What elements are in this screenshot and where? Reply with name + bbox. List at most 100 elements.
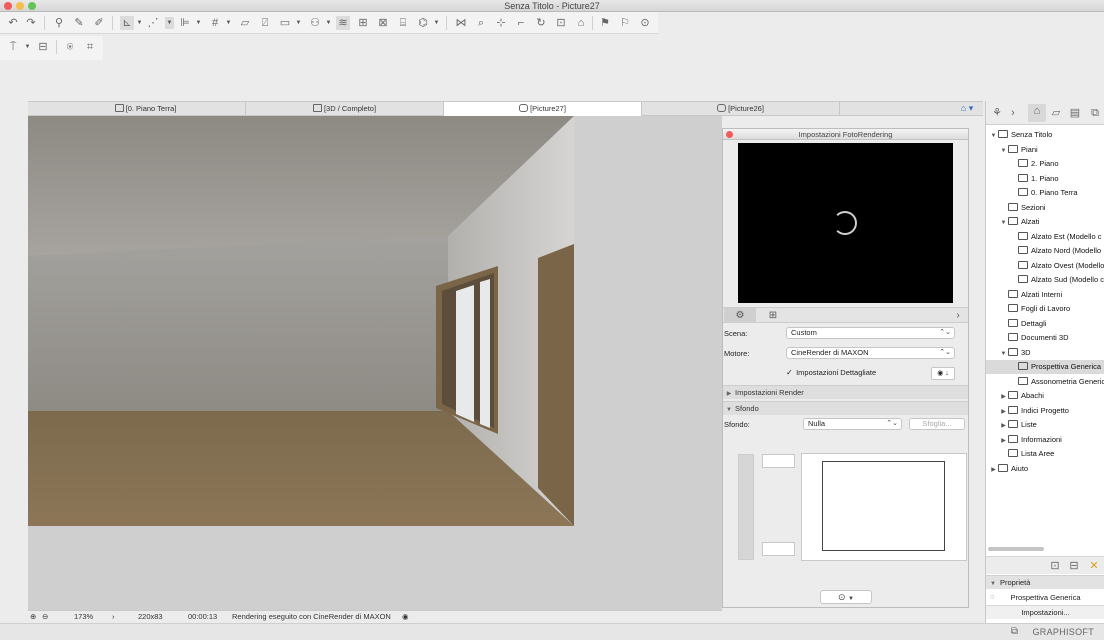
- navigator-item[interactable]: Sezioni: [986, 201, 1104, 215]
- home-icon[interactable]: ⌂: [574, 16, 588, 30]
- navigator-item[interactable]: Alzato Ovest (Modello: [986, 259, 1104, 273]
- project-map-icon[interactable]: ⌂: [1028, 104, 1046, 122]
- motore-select[interactable]: CineRender di MAXON ⌃⌄: [786, 347, 955, 359]
- flag-icon[interactable]: ⚑: [598, 16, 612, 30]
- fit-icon[interactable]: ⊡: [554, 16, 568, 30]
- navigator-item[interactable]: ▼ Piani: [986, 143, 1104, 157]
- sfoglia-button[interactable]: Sfoglia...: [909, 418, 965, 430]
- 3d-view-icon[interactable]: ⌬: [416, 16, 430, 30]
- scena-select[interactable]: Custom ⌃⌄: [786, 327, 955, 339]
- export-icon[interactable]: ⊟: [36, 40, 50, 54]
- background-canvas[interactable]: [801, 453, 967, 561]
- undo-icon[interactable]: ↶: [6, 16, 20, 30]
- disclosure-right-icon[interactable]: ▶: [999, 390, 1008, 404]
- navigator-item[interactable]: Documenti 3D: [986, 331, 1104, 345]
- guide-lines-icon[interactable]: ⊾: [120, 16, 134, 30]
- navigator-item[interactable]: Alzato Nord (Modello: [986, 244, 1104, 258]
- gravity-icon[interactable]: ⏥: [238, 16, 252, 30]
- zoom-window-button[interactable]: [28, 2, 36, 10]
- section-impostazioni-render[interactable]: ▶ Impostazioni Render: [723, 385, 968, 399]
- chevron-down-icon[interactable]: ▼: [294, 17, 303, 29]
- zoom-icon[interactable]: ⌕: [474, 16, 488, 30]
- teamwork-icon[interactable]: ⍟: [63, 40, 77, 54]
- navigator-item[interactable]: 0. Piano Terra: [986, 186, 1104, 200]
- settings-button[interactable]: Impostazioni...: [986, 605, 1104, 619]
- section-sfondo[interactable]: ▼ Sfondo: [723, 401, 968, 415]
- disclosure-down-icon[interactable]: ▼: [989, 129, 998, 143]
- navigator-item[interactable]: ▼ Senza Titolo: [986, 128, 1104, 142]
- color-swatch-top[interactable]: [762, 454, 795, 468]
- chevron-down-icon[interactable]: ▼: [432, 17, 441, 29]
- navigator-item[interactable]: 1. Piano: [986, 172, 1104, 186]
- zoom-value[interactable]: 173%: [74, 611, 93, 623]
- properties-header[interactable]: ▼ Proprietà: [986, 575, 1104, 589]
- explore-icon[interactable]: ⋈: [454, 16, 468, 30]
- link-slider[interactable]: [738, 454, 754, 560]
- publisher-icon[interactable]: ⧉: [1088, 106, 1102, 120]
- syringe-icon[interactable]: ✐: [92, 16, 106, 30]
- snap-guides-icon[interactable]: ⋰: [146, 16, 160, 30]
- disclosure-down-icon[interactable]: ▼: [999, 347, 1008, 361]
- pan-icon[interactable]: ⊹: [494, 16, 508, 30]
- navigator-item[interactable]: ▶ Informazioni: [986, 433, 1104, 447]
- navigator-item[interactable]: Assonometria Generic: [986, 375, 1104, 389]
- detailed-settings-checkbox[interactable]: ✓ Impostazioni Dettagliate: [786, 368, 876, 377]
- eyedropper-icon[interactable]: ✎: [72, 16, 86, 30]
- rectangle-icon[interactable]: ▭: [278, 16, 292, 30]
- tab-list-menu-button[interactable]: ⌂ ▾: [952, 102, 982, 115]
- model-icon[interactable]: ⌸: [396, 16, 410, 30]
- delete-icon[interactable]: ✕: [1087, 559, 1101, 573]
- navigator-item[interactable]: Alzati Interni: [986, 288, 1104, 302]
- navigator-item[interactable]: Lista Aree: [986, 447, 1104, 461]
- trace-icon[interactable]: ⚇: [308, 16, 322, 30]
- clone-icon[interactable]: ⊟: [1067, 559, 1081, 573]
- layers-icon[interactable]: ≋: [336, 16, 350, 30]
- zoom-in-icon[interactable]: ⊕: [30, 611, 36, 623]
- new-view-icon[interactable]: ⊡: [1048, 559, 1062, 573]
- edit-plane-icon[interactable]: ⍁: [258, 16, 272, 30]
- orbit-icon[interactable]: ⌐: [514, 16, 528, 30]
- navigator-item[interactable]: ▶ Liste: [986, 418, 1104, 432]
- chevron-right-icon[interactable]: ›: [112, 611, 115, 623]
- disclosure-right-icon[interactable]: ▶: [989, 463, 998, 477]
- close-window-button[interactable]: [4, 2, 12, 10]
- sfondo-select[interactable]: Nulla ⌃⌄: [803, 418, 902, 430]
- redo-icon[interactable]: ↷: [24, 16, 38, 30]
- minimize-window-button[interactable]: [16, 2, 24, 10]
- tab-picture27[interactable]: [Picture27]: [444, 102, 642, 116]
- navigator-item[interactable]: Prospettiva Generica: [986, 360, 1104, 374]
- navigator-item[interactable]: Alzato Sud (Modello c: [986, 273, 1104, 287]
- tab-piano-terra[interactable]: [0. Piano Terra]: [46, 102, 246, 116]
- zoom-out-icon[interactable]: ⊖: [42, 611, 48, 623]
- disclosure-down-icon[interactable]: ▼: [999, 144, 1008, 158]
- grid-icon[interactable]: #: [208, 16, 222, 30]
- disclosure-right-icon[interactable]: ▶: [999, 405, 1008, 419]
- gear-icon[interactable]: ⚙: [724, 308, 756, 323]
- layout-icon[interactable]: ⧉: [1011, 626, 1018, 637]
- color-swatch-bottom[interactable]: [762, 542, 795, 556]
- refresh-icon[interactable]: [833, 211, 857, 235]
- chevron-down-icon[interactable]: ▼: [165, 17, 174, 29]
- chevron-down-icon[interactable]: ▼: [324, 17, 333, 29]
- rotate-icon[interactable]: ↻: [534, 16, 548, 30]
- disclosure-right-icon[interactable]: ▶: [999, 434, 1008, 448]
- chevron-down-icon[interactable]: ▼: [23, 41, 32, 53]
- navigator-item[interactable]: 2. Piano: [986, 157, 1104, 171]
- chevron-right-icon[interactable]: ›: [950, 308, 966, 323]
- flag-outline-icon[interactable]: ⚐: [618, 16, 632, 30]
- navigator-item[interactable]: ▶ Abachi: [986, 389, 1104, 403]
- cut-plane-icon[interactable]: ⊠: [376, 16, 390, 30]
- layout-book-icon[interactable]: ▤: [1068, 106, 1082, 120]
- align-icon[interactable]: ⊫: [178, 16, 192, 30]
- pick-up-icon[interactable]: ⚲: [52, 16, 66, 30]
- navigator-item[interactable]: ▶ Aiuto: [986, 462, 1104, 476]
- tab-3d-completo[interactable]: [3D / Completo]: [246, 102, 444, 116]
- table-icon[interactable]: ⊞: [356, 16, 370, 30]
- close-palette-button[interactable]: [726, 131, 733, 138]
- camera-settings-icon[interactable]: ⊙: [638, 16, 652, 30]
- chevron-down-icon[interactable]: ▼: [224, 17, 233, 29]
- navigator-item[interactable]: Dettagli: [986, 317, 1104, 331]
- horizontal-scrollbar[interactable]: [988, 547, 1044, 551]
- navigator-item[interactable]: ▼ Alzati: [986, 215, 1104, 229]
- tab-picture26[interactable]: [Picture26]: [642, 102, 840, 116]
